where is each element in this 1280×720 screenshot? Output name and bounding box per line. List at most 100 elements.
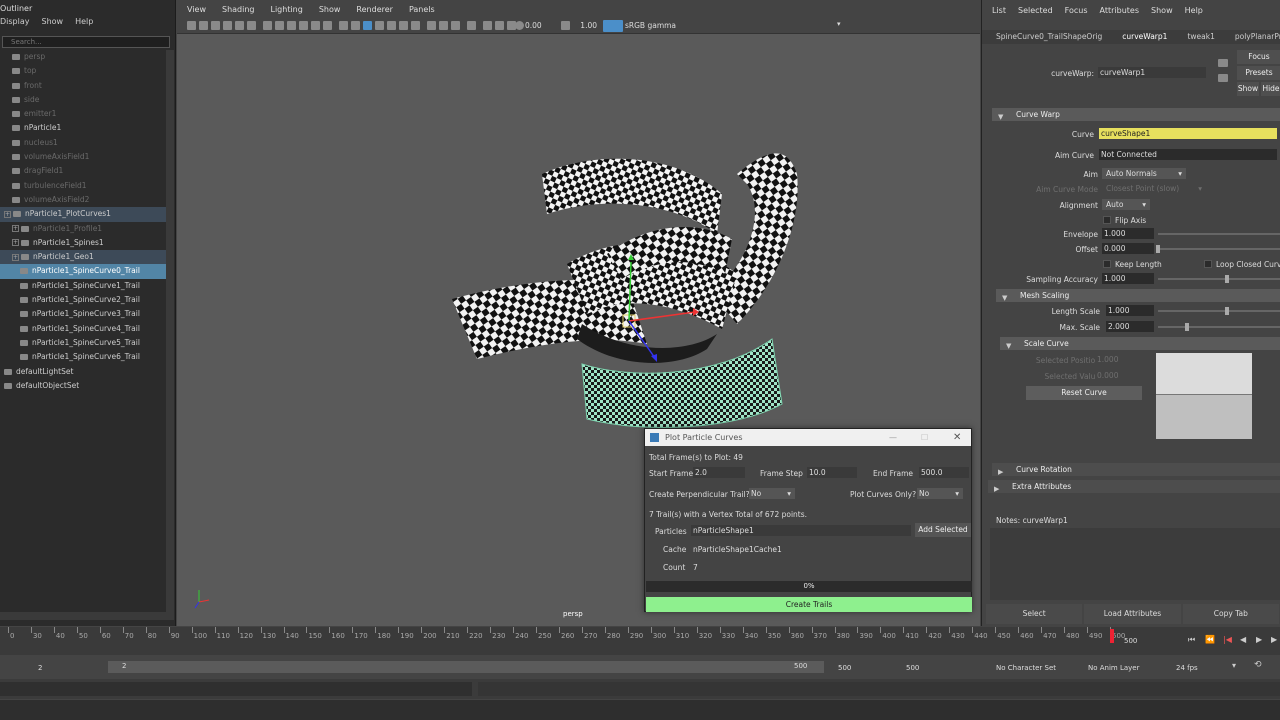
outliner-item[interactable]: defaultLightSet: [0, 365, 166, 379]
max-scale-slider-thumb[interactable]: [1185, 323, 1189, 331]
scale-curve-graph[interactable]: [1156, 353, 1252, 439]
length-scale-slider[interactable]: [1158, 310, 1280, 312]
keep-length-checkbox[interactable]: [1103, 260, 1111, 268]
gamma-field[interactable]: 1.00: [573, 21, 597, 31]
image-plane-icon[interactable]: [223, 21, 232, 30]
shadows-icon[interactable]: [411, 21, 420, 30]
reset-curve-button[interactable]: Reset Curve: [1026, 386, 1142, 400]
viewport-menu-show[interactable]: Show: [319, 5, 341, 14]
gate-mask-icon[interactable]: [299, 21, 308, 30]
viewport-menu-panels[interactable]: Panels: [409, 5, 435, 14]
outliner-search-input[interactable]: Search...: [2, 36, 170, 48]
node-name-field[interactable]: curveWarp1: [1098, 67, 1206, 78]
animation-start-field[interactable]: 2: [38, 664, 42, 672]
wireframe-on-shaded-icon[interactable]: [363, 21, 372, 30]
outliner-item[interactable]: + nParticle1_PlotCurves1: [0, 207, 166, 222]
loop-icon[interactable]: ⟲: [1254, 660, 1262, 670]
film-gate-icon[interactable]: [275, 21, 284, 30]
aim-curve-field[interactable]: Not Connected: [1099, 149, 1277, 160]
dialog-titlebar[interactable]: Plot Particle Curves — ☐ ✕: [645, 429, 971, 446]
playback-end-field[interactable]: 500: [838, 664, 851, 672]
select-camera-icon[interactable]: [187, 21, 196, 30]
flip-axis-checkbox[interactable]: [1103, 216, 1111, 224]
alignment-dropdown[interactable]: Auto ▾: [1102, 199, 1150, 210]
end-frame-field[interactable]: 500.0: [919, 467, 969, 478]
mel-input[interactable]: [0, 682, 472, 696]
add-selected-button[interactable]: Add Selected: [915, 523, 971, 537]
start-frame-field[interactable]: 2.0: [693, 467, 745, 478]
outliner-item[interactable]: emitter1: [0, 107, 166, 121]
length-scale-slider-thumb[interactable]: [1225, 307, 1229, 315]
textured-icon[interactable]: [387, 21, 396, 30]
wireframe-icon[interactable]: [339, 21, 348, 30]
tab-poly-planar-proj[interactable]: polyPlanarProj1: [1235, 30, 1280, 44]
outliner-item[interactable]: nParticle1_SpineCurve2_Trail: [0, 293, 166, 307]
sampling-accuracy-slider-thumb[interactable]: [1225, 275, 1229, 283]
outliner-item[interactable]: defaultObjectSet: [0, 379, 166, 393]
field-chart-icon[interactable]: [311, 21, 320, 30]
offset-field[interactable]: 0.000: [1102, 243, 1154, 254]
section-curve-warp[interactable]: ▼ Curve Warp: [992, 108, 1280, 121]
show-button[interactable]: Show: [1237, 82, 1259, 96]
max-scale-field[interactable]: 2.000: [1106, 321, 1154, 332]
presets-button[interactable]: Presets: [1237, 66, 1280, 80]
ae-menu-help[interactable]: Help: [1185, 6, 1203, 15]
view-transform-dropdown[interactable]: sRGB gamma: [625, 21, 735, 32]
outliner-item[interactable]: nParticle1_SpineCurve0_Trail: [0, 264, 166, 279]
anim-layer-dropdown[interactable]: No Anim Layer: [1088, 664, 1139, 672]
load-attributes-button[interactable]: Load Attributes: [1084, 604, 1181, 624]
outliner-item[interactable]: front: [0, 79, 166, 93]
sampling-accuracy-slider[interactable]: [1158, 278, 1280, 280]
camera-attributes-icon[interactable]: [199, 21, 208, 30]
ae-menu-focus[interactable]: Focus: [1065, 6, 1088, 15]
viewport-menu-view[interactable]: View: [187, 5, 206, 14]
grid-icon[interactable]: [263, 21, 272, 30]
isolate-select-icon[interactable]: [467, 21, 476, 30]
outliner-item[interactable]: + nParticle1_Profile1: [0, 222, 166, 236]
outliner-item[interactable]: nParticle1_SpineCurve1_Trail: [0, 279, 166, 293]
outliner-item[interactable]: nucleus1: [0, 136, 166, 150]
lighting-icon[interactable]: [399, 21, 408, 30]
expand-icon[interactable]: +: [4, 210, 11, 218]
go-to-start-icon[interactable]: ⏮: [1188, 635, 1195, 645]
outliner-item[interactable]: dragField1: [0, 164, 166, 178]
outliner-item[interactable]: nParticle1_SpineCurve4_Trail: [0, 322, 166, 336]
xray-joints-icon[interactable]: [483, 21, 492, 30]
bookmark-icon[interactable]: [211, 21, 220, 30]
outliner-vertical-scrollbar[interactable]: [166, 50, 174, 620]
viewport-menu-renderer[interactable]: Renderer: [356, 5, 393, 14]
particles-field[interactable]: nParticleShape1: [691, 525, 911, 536]
outliner-item[interactable]: nParticle1: [0, 121, 166, 135]
expand-icon[interactable]: +: [12, 239, 19, 247]
outliner-horizontal-scrollbar[interactable]: [0, 612, 166, 620]
outliner-item[interactable]: persp: [0, 50, 166, 64]
play-forwards-icon[interactable]: ▶: [1256, 635, 1262, 644]
hide-button[interactable]: Hide: [1261, 82, 1280, 96]
aim-dropdown[interactable]: Auto Normals ▾: [1102, 168, 1186, 179]
viewport-menu-shading[interactable]: Shading: [222, 5, 255, 14]
viewport-menu-lighting[interactable]: Lighting: [270, 5, 302, 14]
outliner-menu-show[interactable]: Show: [42, 17, 64, 31]
frame-step-field[interactable]: 10.0: [807, 467, 857, 478]
length-scale-field[interactable]: 1.000: [1106, 305, 1154, 316]
smooth-shade-icon[interactable]: [351, 21, 360, 30]
fps-dropdown[interactable]: 24 fps: [1176, 664, 1198, 672]
notes-field[interactable]: [990, 528, 1280, 600]
outliner-item[interactable]: top: [0, 64, 166, 78]
create-trails-button[interactable]: Create Trails: [646, 597, 972, 612]
plot-curves-only-dropdown[interactable]: No ▾: [917, 488, 963, 499]
max-scale-slider[interactable]: [1158, 326, 1280, 328]
outliner-item[interactable]: nParticle1_SpineCurve3_Trail: [0, 307, 166, 321]
outliner-menu-display[interactable]: Display: [0, 17, 30, 31]
envelope-slider[interactable]: [1158, 233, 1280, 235]
anti-aliasing-icon[interactable]: [451, 21, 460, 30]
tab-trail-shape-orig[interactable]: SpineCurve0_TrailShapeOrig: [996, 30, 1102, 44]
expand-icon[interactable]: +: [12, 253, 19, 261]
outliner-item[interactable]: turbulenceField1: [0, 179, 166, 193]
command-line[interactable]: [0, 679, 1280, 699]
two-d-pan-icon[interactable]: [235, 21, 244, 30]
tab-tweak[interactable]: tweak1: [1187, 30, 1214, 44]
section-scale-curve[interactable]: ▼ Scale Curve: [1000, 337, 1280, 350]
close-icon[interactable]: ✕: [953, 429, 961, 446]
play-backwards-icon[interactable]: ◀: [1240, 635, 1246, 644]
